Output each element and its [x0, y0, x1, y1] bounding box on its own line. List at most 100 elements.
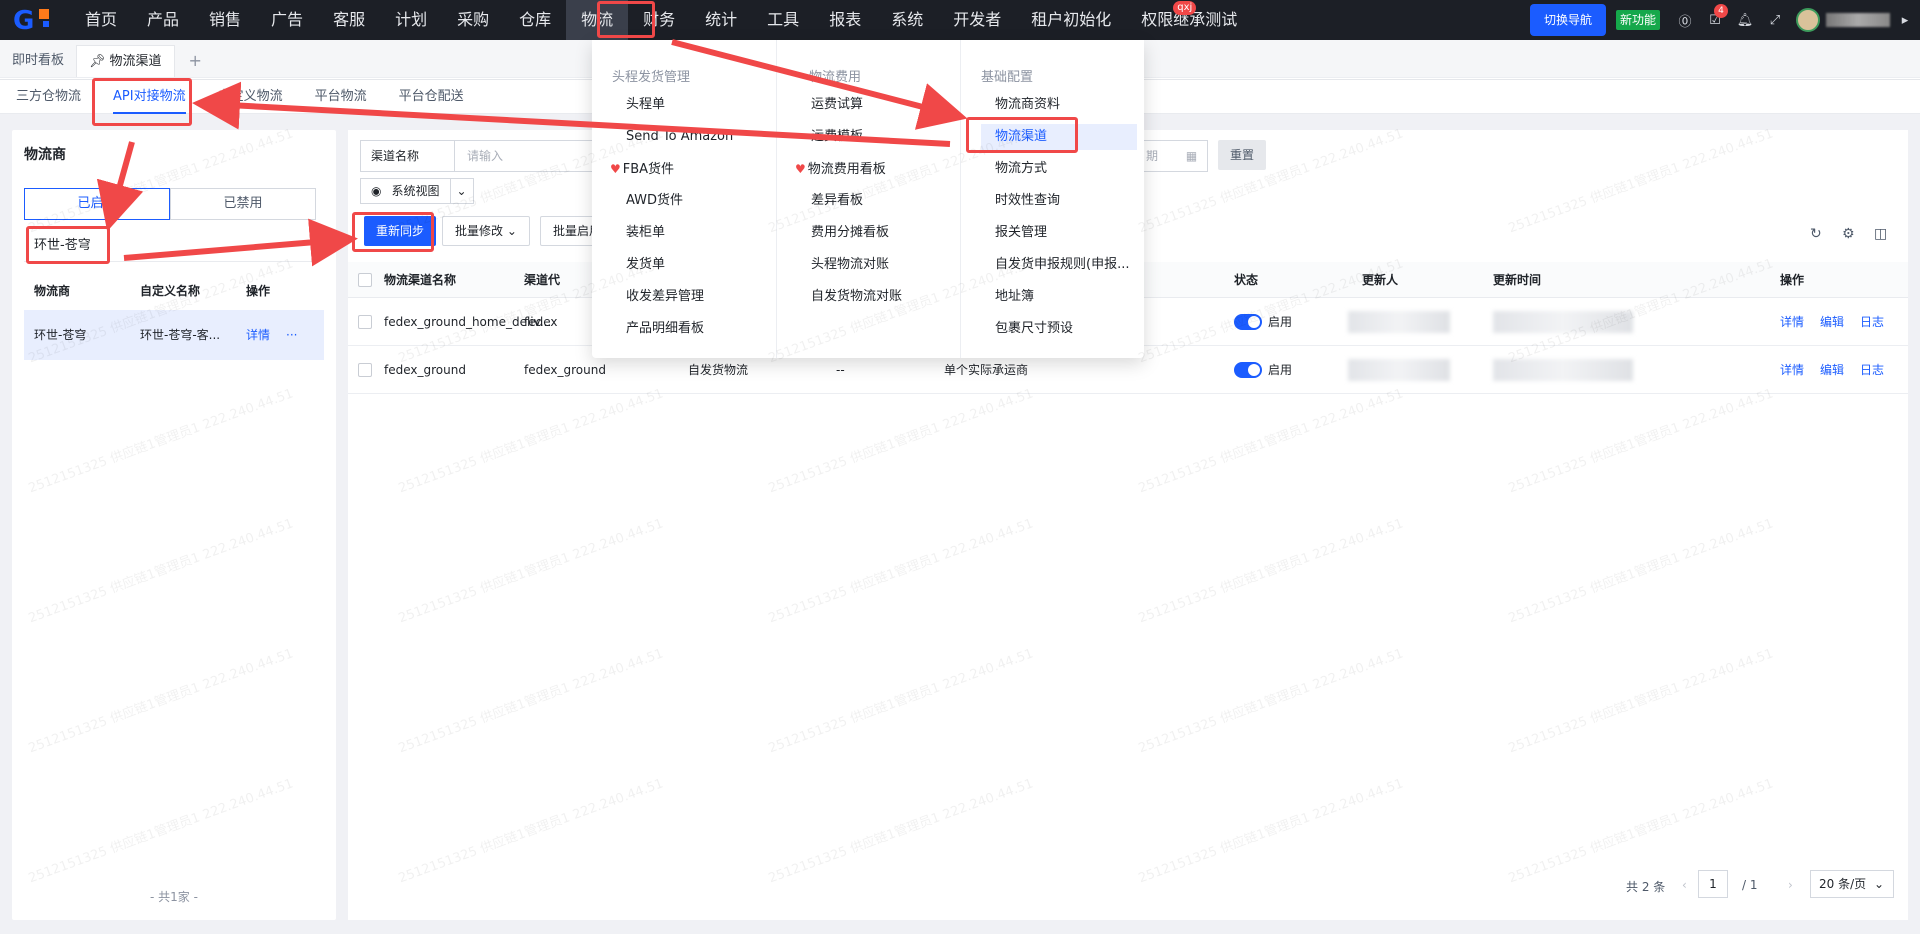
- filter-value-input[interactable]: 请输入: [455, 141, 615, 171]
- nav-service[interactable]: 客服: [318, 0, 380, 40]
- channel-name: fedex_ground: [384, 363, 466, 377]
- settings-icon[interactable]: ⚙: [1842, 226, 1855, 242]
- subtab-3pl[interactable]: 三方仓物流: [0, 80, 97, 114]
- menu-item-container[interactable]: 装柜单: [626, 220, 665, 246]
- calendar-icon[interactable]: ▦: [1186, 149, 1197, 163]
- menu-item-parcel-size[interactable]: 包裹尺寸预设: [995, 316, 1073, 342]
- nav-product[interactable]: 产品: [132, 0, 194, 40]
- menu-col-headhaul: 头程发货管理 头程单 Send To Amazon ♥ FBA货件 AWD货件 装…: [592, 40, 776, 358]
- menu-item-shipping-order[interactable]: 发货单: [626, 252, 665, 278]
- menu-item-cost-split[interactable]: 费用分摊看板: [811, 220, 889, 246]
- eye-icon: ◉: [371, 184, 382, 198]
- fullscreen-icon[interactable]: ⤢: [1760, 0, 1790, 40]
- system-view-label: 系统视图: [391, 184, 440, 198]
- menu-item-declare-rules[interactable]: 自发货申报规则(申报...: [995, 252, 1129, 278]
- row-checkbox[interactable]: [358, 363, 372, 377]
- menu-item-fee-board[interactable]: ♥ 物流费用看板: [795, 156, 886, 182]
- chevron-down-icon[interactable]: ⌄: [449, 179, 473, 203]
- filter-key-select[interactable]: 渠道名称: [361, 141, 455, 171]
- caret-right-icon[interactable]: ▸: [1890, 0, 1920, 40]
- row-log-link[interactable]: 日志: [1860, 298, 1884, 346]
- batch-modify-button[interactable]: 批量修改 ⌄: [442, 216, 530, 246]
- provider-row[interactable]: 环世-苍穹 环世-苍穹-客... 详情 ···: [24, 310, 324, 360]
- menu-item-customs[interactable]: 报关管理: [995, 220, 1047, 246]
- subtab-custom[interactable]: 自定义物流: [202, 80, 299, 114]
- nav-purchase[interactable]: 采购: [442, 0, 504, 40]
- col-custom-name: 自定义名称: [140, 284, 201, 298]
- annotation-box-channel-menu: [966, 117, 1078, 153]
- app-logo[interactable]: G: [0, 0, 70, 40]
- columns-icon[interactable]: ◫: [1874, 226, 1887, 242]
- refresh-icon[interactable]: ↻: [1810, 226, 1822, 242]
- date-range-input[interactable]: 期 ▦: [1138, 140, 1208, 172]
- prev-page-icon[interactable]: ‹: [1682, 878, 1687, 892]
- menu-item-freight-template[interactable]: 运费模板: [811, 124, 863, 150]
- nav-warehouse[interactable]: 仓库: [504, 0, 566, 40]
- menu-item-headhaul-order[interactable]: 头程单: [626, 92, 665, 118]
- menu-item-address-book[interactable]: 地址簿: [995, 284, 1034, 310]
- nav-permission-test[interactable]: 权限继承测试 qxj: [1126, 0, 1252, 40]
- nav-reports[interactable]: 报表: [814, 0, 876, 40]
- pager-pages: / 1: [1742, 878, 1758, 892]
- menu-item-provider-info[interactable]: 物流商资料: [995, 92, 1060, 118]
- new-feature-badge[interactable]: 新功能: [1615, 10, 1660, 30]
- nav-ads[interactable]: 广告: [256, 0, 318, 40]
- row-log-link[interactable]: 日志: [1860, 346, 1884, 394]
- page-size-select[interactable]: 20 条/页 ⌄: [1810, 870, 1894, 898]
- provider-status-toggle: 已启用 已禁用: [24, 188, 316, 220]
- menu-item-product-detail[interactable]: 产品明细看板: [626, 316, 704, 342]
- menu-item-headhaul-recon[interactable]: 头程物流对账: [811, 252, 889, 278]
- menu-item-logistics-method[interactable]: 物流方式: [995, 156, 1047, 182]
- row-edit-link[interactable]: 编辑: [1820, 298, 1844, 346]
- subtab-platform[interactable]: 平台物流: [299, 80, 383, 114]
- provider-detail-link[interactable]: 详情: [236, 310, 276, 360]
- subtab-platform-warehouse[interactable]: 平台仓配送: [383, 80, 480, 114]
- th-updated-time: 更新时间: [1493, 273, 1542, 287]
- menu-item-receive-diff[interactable]: 收发差异管理: [626, 284, 704, 310]
- user-tag-badge: qxj: [1173, 1, 1197, 15]
- nav-tools[interactable]: 工具: [752, 0, 814, 40]
- status-label: 启用: [1268, 363, 1293, 377]
- seg-disabled[interactable]: 已禁用: [170, 188, 316, 220]
- th-status: 状态: [1234, 273, 1259, 287]
- nav-system[interactable]: 系统: [876, 0, 938, 40]
- channel-name-filter[interactable]: 渠道名称 请输入: [360, 140, 616, 172]
- status-toggle[interactable]: [1234, 362, 1262, 378]
- next-page-icon[interactable]: ›: [1788, 878, 1793, 892]
- tab-logistics-channel[interactable]: 📌︎ 物流渠道: [76, 45, 175, 77]
- currency-icon[interactable]: ⓪: [1670, 0, 1700, 40]
- more-icon[interactable]: ···: [276, 310, 306, 360]
- nav-home[interactable]: 首页: [70, 0, 132, 40]
- page-number-input[interactable]: 1: [1698, 870, 1728, 898]
- menu-item-fba-shipment[interactable]: ♥ FBA货件: [610, 156, 674, 182]
- th-operations: 操作: [1780, 273, 1805, 287]
- nav-stats[interactable]: 统计: [690, 0, 752, 40]
- row-detail-link[interactable]: 详情: [1780, 346, 1804, 394]
- pin-icon[interactable]: 📌︎: [89, 46, 106, 78]
- nav-sales[interactable]: 销售: [194, 0, 256, 40]
- nav-developer[interactable]: 开发者: [938, 0, 1016, 40]
- row-checkbox[interactable]: [358, 315, 372, 329]
- menu-item-fee-board-label: 物流费用看板: [807, 162, 886, 177]
- bell-icon[interactable]: 🔔︎: [1730, 0, 1760, 40]
- select-all-checkbox[interactable]: [358, 273, 372, 287]
- switch-nav-button[interactable]: 切换导航: [1529, 4, 1606, 36]
- tab-dashboard[interactable]: 即时看板: [0, 45, 76, 77]
- status-toggle[interactable]: [1234, 314, 1262, 330]
- menu-item-diff-board[interactable]: 差异看板: [811, 188, 863, 214]
- system-view-dropdown[interactable]: ◉ 系统视图 ⌄: [360, 178, 474, 204]
- menu-item-awd-shipment[interactable]: AWD货件: [626, 188, 683, 214]
- add-tab-button[interactable]: +: [175, 45, 216, 77]
- reset-button[interactable]: 重置: [1218, 140, 1267, 170]
- row-edit-link[interactable]: 编辑: [1820, 346, 1844, 394]
- task-icon[interactable]: ☑ 4: [1700, 0, 1730, 40]
- nav-plan[interactable]: 计划: [380, 0, 442, 40]
- avatar[interactable]: [1796, 8, 1820, 32]
- nav-tenant-init[interactable]: 租户初始化: [1016, 0, 1126, 40]
- row-detail-link[interactable]: 详情: [1780, 298, 1804, 346]
- menu-item-selfship-recon[interactable]: 自发货物流对账: [811, 284, 902, 310]
- seg-enabled[interactable]: 已启用: [24, 188, 170, 220]
- menu-item-freight-calc[interactable]: 运费试算: [811, 92, 863, 118]
- menu-item-send-to-amazon[interactable]: Send To Amazon: [626, 124, 733, 150]
- menu-item-timeliness[interactable]: 时效性查询: [995, 188, 1060, 214]
